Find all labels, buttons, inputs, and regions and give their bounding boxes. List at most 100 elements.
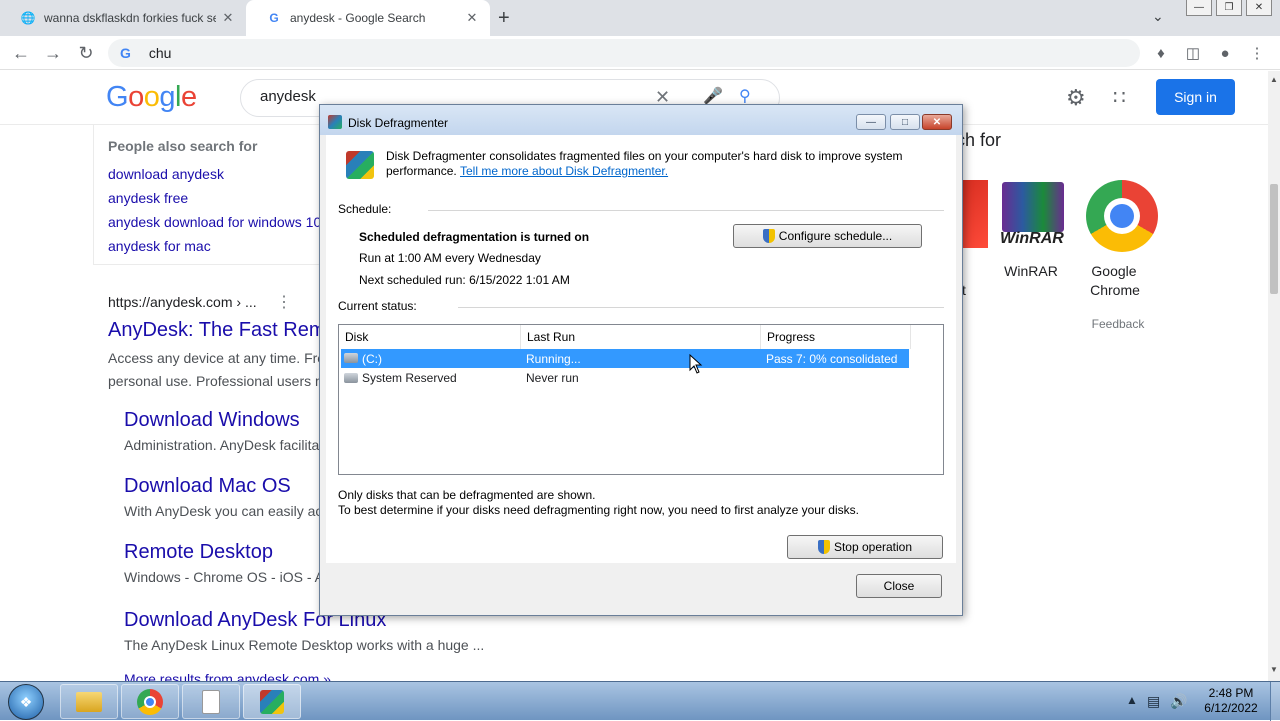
result-url[interactable]: https://anydesk.com › ... <box>108 294 257 310</box>
feedback-link[interactable]: Feedback <box>1084 317 1152 331</box>
intro-text: performance. <box>386 164 457 178</box>
disk-name: System Reserved <box>362 371 457 385</box>
defrag-app-icon <box>328 115 342 129</box>
chrome-taskbar-icon[interactable] <box>121 684 179 719</box>
schedule-run: Run at 1:00 AM every Wednesday <box>359 251 541 265</box>
disk-last-run: Running... <box>526 352 581 366</box>
close-button[interactable]: Close <box>856 574 942 598</box>
close-icon[interactable]: ✕ <box>1246 0 1272 16</box>
configure-schedule-button[interactable]: Configure schedule... <box>733 224 922 248</box>
note-text: Only disks that can be defragmented are … <box>338 488 596 502</box>
dialog-title: Disk Defragmenter <box>348 116 449 130</box>
disk-last-run: Never run <box>526 371 579 385</box>
more-options-icon[interactable]: ⋮ <box>276 292 292 312</box>
dialog-body: Disk Defragmenter consolidates fragmente… <box>326 135 956 563</box>
pas-item[interactable]: anydesk download for windows 10 <box>108 214 321 230</box>
pas-item[interactable]: anydesk free <box>108 190 188 206</box>
column-header-progress[interactable]: Progress <box>761 325 911 349</box>
defrag-large-icon <box>346 151 374 179</box>
column-header-disk[interactable]: Disk <box>339 325 521 349</box>
shield-icon <box>762 229 775 243</box>
minimize-icon[interactable]: — <box>856 114 886 130</box>
sign-in-button[interactable]: Sign in <box>1156 79 1235 115</box>
google-logo[interactable]: Google <box>106 81 197 114</box>
learn-more-link[interactable]: Tell me more about Disk Defragmenter. <box>460 164 668 178</box>
new-tab-button[interactable]: + <box>498 7 510 30</box>
shield-icon <box>817 540 830 554</box>
column-header-last-run[interactable]: Last Run <box>521 325 761 349</box>
tab-2[interactable]: G anydesk - Google Search ✕ <box>246 0 490 36</box>
show-desktop-button[interactable] <box>1270 682 1280 721</box>
profile-icon[interactable]: ● <box>1214 42 1236 64</box>
tab-search-icon[interactable]: ⌄ <box>1152 8 1164 25</box>
dialog-titlebar[interactable]: Disk Defragmenter — □ ✕ <box>320 105 962 135</box>
app-label[interactable]: WinRAR <box>990 263 1072 279</box>
apps-grid-icon[interactable]: ∷ <box>1113 85 1126 110</box>
system-clock[interactable]: 2:48 PM 6/12/2022 <box>1196 686 1266 716</box>
close-tab-icon[interactable]: ✕ <box>464 10 480 26</box>
explorer-taskbar-icon[interactable] <box>60 684 118 719</box>
clock-time: 2:48 PM <box>1208 686 1254 700</box>
microphone-icon[interactable]: 🎤 <box>703 86 723 106</box>
pas-item[interactable]: anydesk for mac <box>108 238 211 254</box>
disk-name: (C:) <box>362 352 382 366</box>
reload-icon[interactable]: ↻ <box>75 42 97 64</box>
divider <box>428 210 944 211</box>
schedule-next: Next scheduled run: 6/15/2022 1:01 AM <box>359 273 570 287</box>
result-snippet: Access any device at any time. Free <box>108 350 333 366</box>
address-bar[interactable]: G chu <box>108 39 1140 67</box>
search-input[interactable] <box>260 88 560 105</box>
stop-operation-label: Stop operation <box>833 540 913 554</box>
minimize-icon[interactable]: — <box>1186 0 1212 16</box>
extensions-icon[interactable]: ♦ <box>1150 42 1172 64</box>
app-label[interactable]: Google <box>1074 263 1154 279</box>
scroll-up-icon[interactable]: ▲ <box>1270 75 1278 84</box>
show-hidden-icons[interactable]: ▲ <box>1126 693 1138 707</box>
chrome-icon[interactable] <box>1086 180 1158 252</box>
people-also-search-title: People also search for <box>108 138 258 154</box>
solitaire-taskbar-icon[interactable] <box>182 684 240 719</box>
app-label[interactable]: Chrome <box>1074 282 1156 298</box>
sublink-title[interactable]: Download Mac OS <box>124 475 291 498</box>
taskbar: ❖ ▲ ▤ 🔊 2:48 PM 6/12/2022 <box>0 681 1280 721</box>
intro-text: Disk Defragmenter consolidates fragmente… <box>386 149 903 163</box>
restore-icon[interactable]: ❐ <box>1216 0 1242 16</box>
menu-icon[interactable]: ⋮ <box>1246 42 1268 64</box>
configure-schedule-label: Configure schedule... <box>778 229 893 243</box>
sublink-title[interactable]: Remote Desktop <box>124 541 273 564</box>
schedule-status: Scheduled defragmentation is turned on <box>359 230 590 244</box>
scroll-thumb[interactable] <box>1270 184 1278 294</box>
search-icon[interactable]: ⚲ <box>739 86 751 106</box>
close-tab-icon[interactable]: ✕ <box>220 10 236 26</box>
note-text: To best determine if your disks need def… <box>338 503 859 517</box>
scroll-down-icon[interactable]: ▼ <box>1270 665 1278 674</box>
winrar-icon[interactable]: WinRAR <box>998 180 1068 250</box>
browser-toolbar: ← → ↻ G chu ♦ ◫ ● ⋮ <box>0 36 1280 70</box>
globe-icon: 🌐 <box>20 11 36 25</box>
gear-icon[interactable]: ⚙ <box>1066 85 1086 111</box>
adobe-icon[interactable] <box>960 180 988 248</box>
maximize-icon[interactable]: □ <box>890 114 920 130</box>
sublink-snippet: Windows - Chrome OS - iOS - A <box>124 569 324 585</box>
tab-title: anydesk - Google Search <box>290 11 426 25</box>
back-icon[interactable]: ← <box>10 42 32 64</box>
close-icon[interactable]: ✕ <box>922 114 952 130</box>
schedule-label: Schedule: <box>338 202 392 216</box>
disk-drive-icon <box>344 353 358 363</box>
side-panel-icon[interactable]: ◫ <box>1182 42 1204 64</box>
stop-operation-button[interactable]: Stop operation <box>787 535 943 559</box>
start-button[interactable]: ❖ <box>8 684 44 720</box>
sublink-title[interactable]: Download Windows <box>124 409 300 432</box>
volume-icon[interactable]: 🔊 <box>1170 693 1187 710</box>
current-status-label: Current status: <box>338 299 417 313</box>
tab-1[interactable]: 🌐 wanna dskflaskdn forkies fuck se ✕ <box>0 0 246 36</box>
network-icon[interactable]: ▤ <box>1147 693 1160 710</box>
page-scrollbar[interactable]: ▲ ▼ <box>1268 71 1280 681</box>
disk-drive-icon <box>344 373 358 383</box>
window-controls: — ❐ ✕ <box>1186 0 1272 16</box>
pas-item[interactable]: download anydesk <box>108 166 224 182</box>
defrag-taskbar-icon[interactable] <box>243 684 301 719</box>
clock-date: 6/12/2022 <box>1204 701 1258 715</box>
forward-icon[interactable]: → <box>42 42 64 64</box>
result-snippet: personal use. Professional users m <box>108 373 327 389</box>
